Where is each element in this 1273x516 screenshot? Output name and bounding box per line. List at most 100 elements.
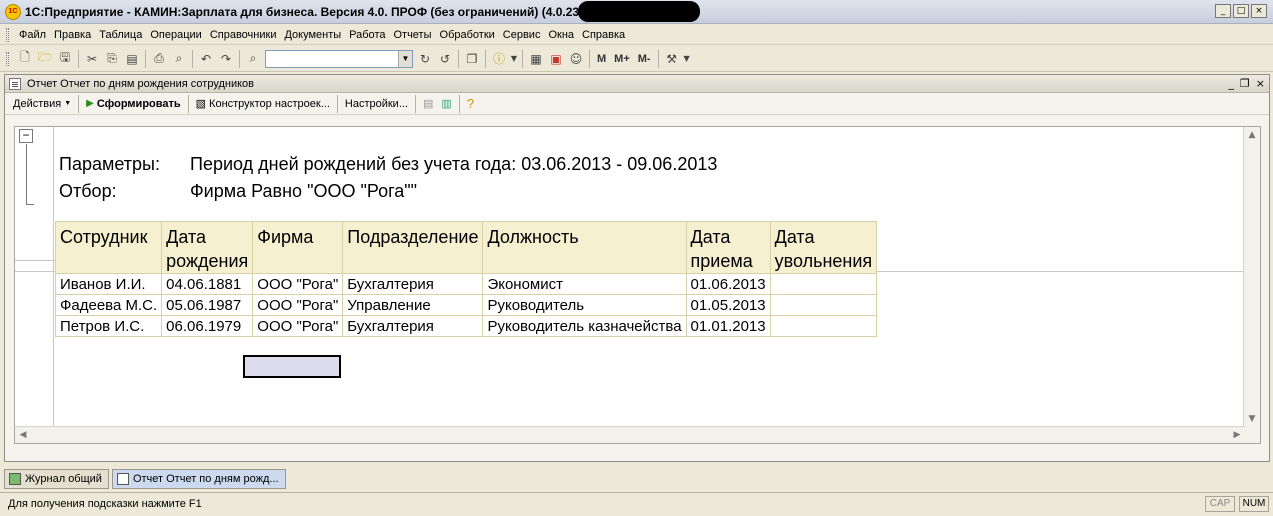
menu-catalogs[interactable]: Справочники — [206, 29, 281, 41]
cell-position[interactable]: Руководитель — [482, 294, 687, 316]
cell-employee[interactable]: Петров И.С. — [54, 315, 163, 337]
table-row[interactable]: Фадеева М.С. 05.06.1987 ООО "Рога" Управ… — [54, 294, 878, 316]
scroll-left-icon[interactable]: ◀ — [15, 427, 31, 443]
dropdown-arrow-icon[interactable]: ▼ — [509, 49, 519, 69]
close-icon[interactable]: × — [1256, 77, 1265, 90]
find-next-icon[interactable]: ↻ — [415, 49, 435, 69]
cell-dismissal-date[interactable] — [769, 273, 878, 295]
chevron-down-icon: ▼ — [64, 100, 72, 107]
menu-windows[interactable]: Окна — [544, 29, 578, 41]
paste-icon[interactable]: ▤ — [122, 49, 142, 69]
cell-hire-date[interactable]: 01.06.2013 — [685, 273, 771, 295]
menu-edit[interactable]: Правка — [50, 29, 95, 41]
menu-operations[interactable]: Операции — [146, 29, 205, 41]
menu-documents[interactable]: Документы — [280, 29, 345, 41]
cell-department[interactable]: Бухгалтерия — [342, 315, 484, 337]
redo-icon[interactable]: ↷ — [216, 49, 236, 69]
maximize-button[interactable]: □ — [1233, 4, 1249, 18]
cell-birth-date[interactable]: 05.06.1987 — [161, 294, 254, 316]
cut-icon[interactable]: ✂ — [82, 49, 102, 69]
menu-service[interactable]: Сервис — [499, 29, 545, 41]
menu-help[interactable]: Справка — [578, 29, 629, 41]
table-row[interactable]: Петров И.С. 06.06.1979 ООО "Рога" Бухгал… — [54, 315, 878, 337]
windows-icon[interactable]: ❐ — [462, 49, 482, 69]
new-document-icon[interactable]: 🗋 — [15, 49, 35, 69]
tools-icon[interactable]: ⚒ — [662, 49, 682, 69]
num-lock-indicator: NUM — [1239, 495, 1269, 512]
tab-report[interactable]: Отчет Отчет по дням рожд... — [111, 469, 286, 489]
calendar-icon[interactable]: ▣ — [546, 49, 566, 69]
spreadsheet-document[interactable]: − Параметры: Период дней рождений без уч… — [14, 126, 1261, 444]
calculator-icon[interactable]: ▦ — [526, 49, 546, 69]
cell-hire-date[interactable]: 01.01.2013 — [685, 315, 771, 337]
menu-table[interactable]: Таблица — [95, 29, 146, 41]
menu-file[interactable]: Файл — [15, 29, 50, 41]
chevron-down-icon[interactable]: ▼ — [398, 50, 412, 67]
cell-birth-date[interactable]: 04.06.1881 — [161, 273, 254, 295]
scroll-down-icon[interactable]: ▼ — [1244, 411, 1260, 427]
cell-company[interactable]: ООО "Рога" — [252, 294, 344, 316]
actions-menu-button[interactable]: Действия ▼ — [9, 98, 75, 110]
horizontal-scrollbar[interactable]: ◀ ▶ — [15, 426, 1245, 443]
selected-cell[interactable] — [243, 355, 341, 378]
grip-icon — [6, 27, 9, 42]
scroll-up-icon[interactable]: ▲ — [1244, 127, 1260, 143]
app-logo-icon: 1С — [5, 3, 21, 20]
undo-icon[interactable]: ↶ — [196, 49, 216, 69]
find-prev-icon[interactable]: ↺ — [435, 49, 455, 69]
minimize-icon[interactable]: _ — [1228, 77, 1234, 90]
separator — [187, 94, 189, 113]
settings-button[interactable]: Настройки... — [341, 98, 412, 110]
report-window: Отчет Отчет по дням рождения сотрудников… — [4, 74, 1270, 462]
cell-hire-date[interactable]: 01.05.2013 — [685, 294, 771, 316]
print-preview-icon[interactable]: ⌕ — [169, 49, 189, 69]
load-settings-icon[interactable]: ▤ — [419, 97, 437, 110]
menu-processing[interactable]: Обработки — [436, 29, 499, 41]
memory-m-button[interactable]: M — [593, 53, 610, 65]
grouping-column: − — [15, 127, 54, 443]
separator — [458, 94, 460, 113]
minimize-button[interactable]: _ — [1215, 4, 1231, 18]
menu-reports[interactable]: Отчеты — [389, 29, 435, 41]
table-row[interactable]: Иванов И.И. 04.06.1881 ООО "Рога" Бухгал… — [54, 273, 878, 295]
close-button[interactable]: × — [1251, 4, 1267, 18]
save-settings-icon[interactable]: ▥ — [437, 97, 455, 110]
search-input[interactable]: ▼ — [265, 49, 413, 68]
cell-position[interactable]: Экономист — [482, 273, 687, 295]
restore-icon[interactable]: ❐ — [1240, 77, 1250, 90]
cell-employee[interactable]: Фадеева М.С. — [54, 294, 163, 316]
cell-company[interactable]: ООО "Рога" — [252, 315, 344, 337]
report-header: Параметры: Период дней рождений без учет… — [59, 151, 717, 205]
collapse-group-icon[interactable]: − — [19, 129, 33, 143]
cell-dismissal-date[interactable] — [769, 315, 878, 337]
cell-position[interactable]: Руководитель казначейства — [482, 315, 687, 337]
menu-work[interactable]: Работа — [345, 29, 389, 41]
scroll-right-icon[interactable]: ▶ — [1229, 427, 1245, 443]
generate-button[interactable]: ▶ Сформировать — [82, 98, 185, 110]
status-bar: Для получения подсказки нажмите F1 CAP N… — [0, 492, 1273, 514]
redacted-area — [578, 1, 700, 22]
info-icon[interactable]: ⓘ — [489, 49, 509, 69]
column-header-position: Должность — [482, 221, 687, 274]
report-table: Сотрудник Дата рождения Фирма Подразделе… — [54, 221, 878, 337]
copy-icon[interactable]: ⎘ — [102, 49, 122, 69]
print-icon[interactable]: ⎙ — [149, 49, 169, 69]
dropdown-arrow-icon[interactable]: ▼ — [682, 49, 692, 69]
cell-employee[interactable]: Иванов И.И. — [54, 273, 163, 295]
cell-company[interactable]: ООО "Рога" — [252, 273, 344, 295]
cell-dismissal-date[interactable] — [769, 294, 878, 316]
open-folder-icon[interactable]: 🗁 — [35, 49, 55, 69]
cell-birth-date[interactable]: 06.06.1979 — [161, 315, 254, 337]
help-icon[interactable]: ? — [463, 96, 478, 111]
memory-plus-button[interactable]: M+ — [610, 53, 634, 65]
cell-department[interactable]: Управление — [342, 294, 484, 316]
tab-journal[interactable]: Журнал общий — [4, 469, 109, 489]
window-title: 1С:Предприятие - КАМИН:Зарплата для бизн… — [25, 4, 594, 19]
vertical-scrollbar[interactable]: ▲ ▼ — [1243, 127, 1260, 443]
users-icon[interactable]: ☺ — [566, 49, 586, 69]
cell-department[interactable]: Бухгалтерия — [342, 273, 484, 295]
memory-minus-button[interactable]: M- — [634, 53, 655, 65]
parameters-value: Период дней рождений без учета года: 03.… — [190, 154, 718, 174]
save-icon[interactable]: 🖫 — [55, 49, 75, 69]
settings-designer-button[interactable]: ▧ Конструктор настроек... — [192, 97, 334, 111]
